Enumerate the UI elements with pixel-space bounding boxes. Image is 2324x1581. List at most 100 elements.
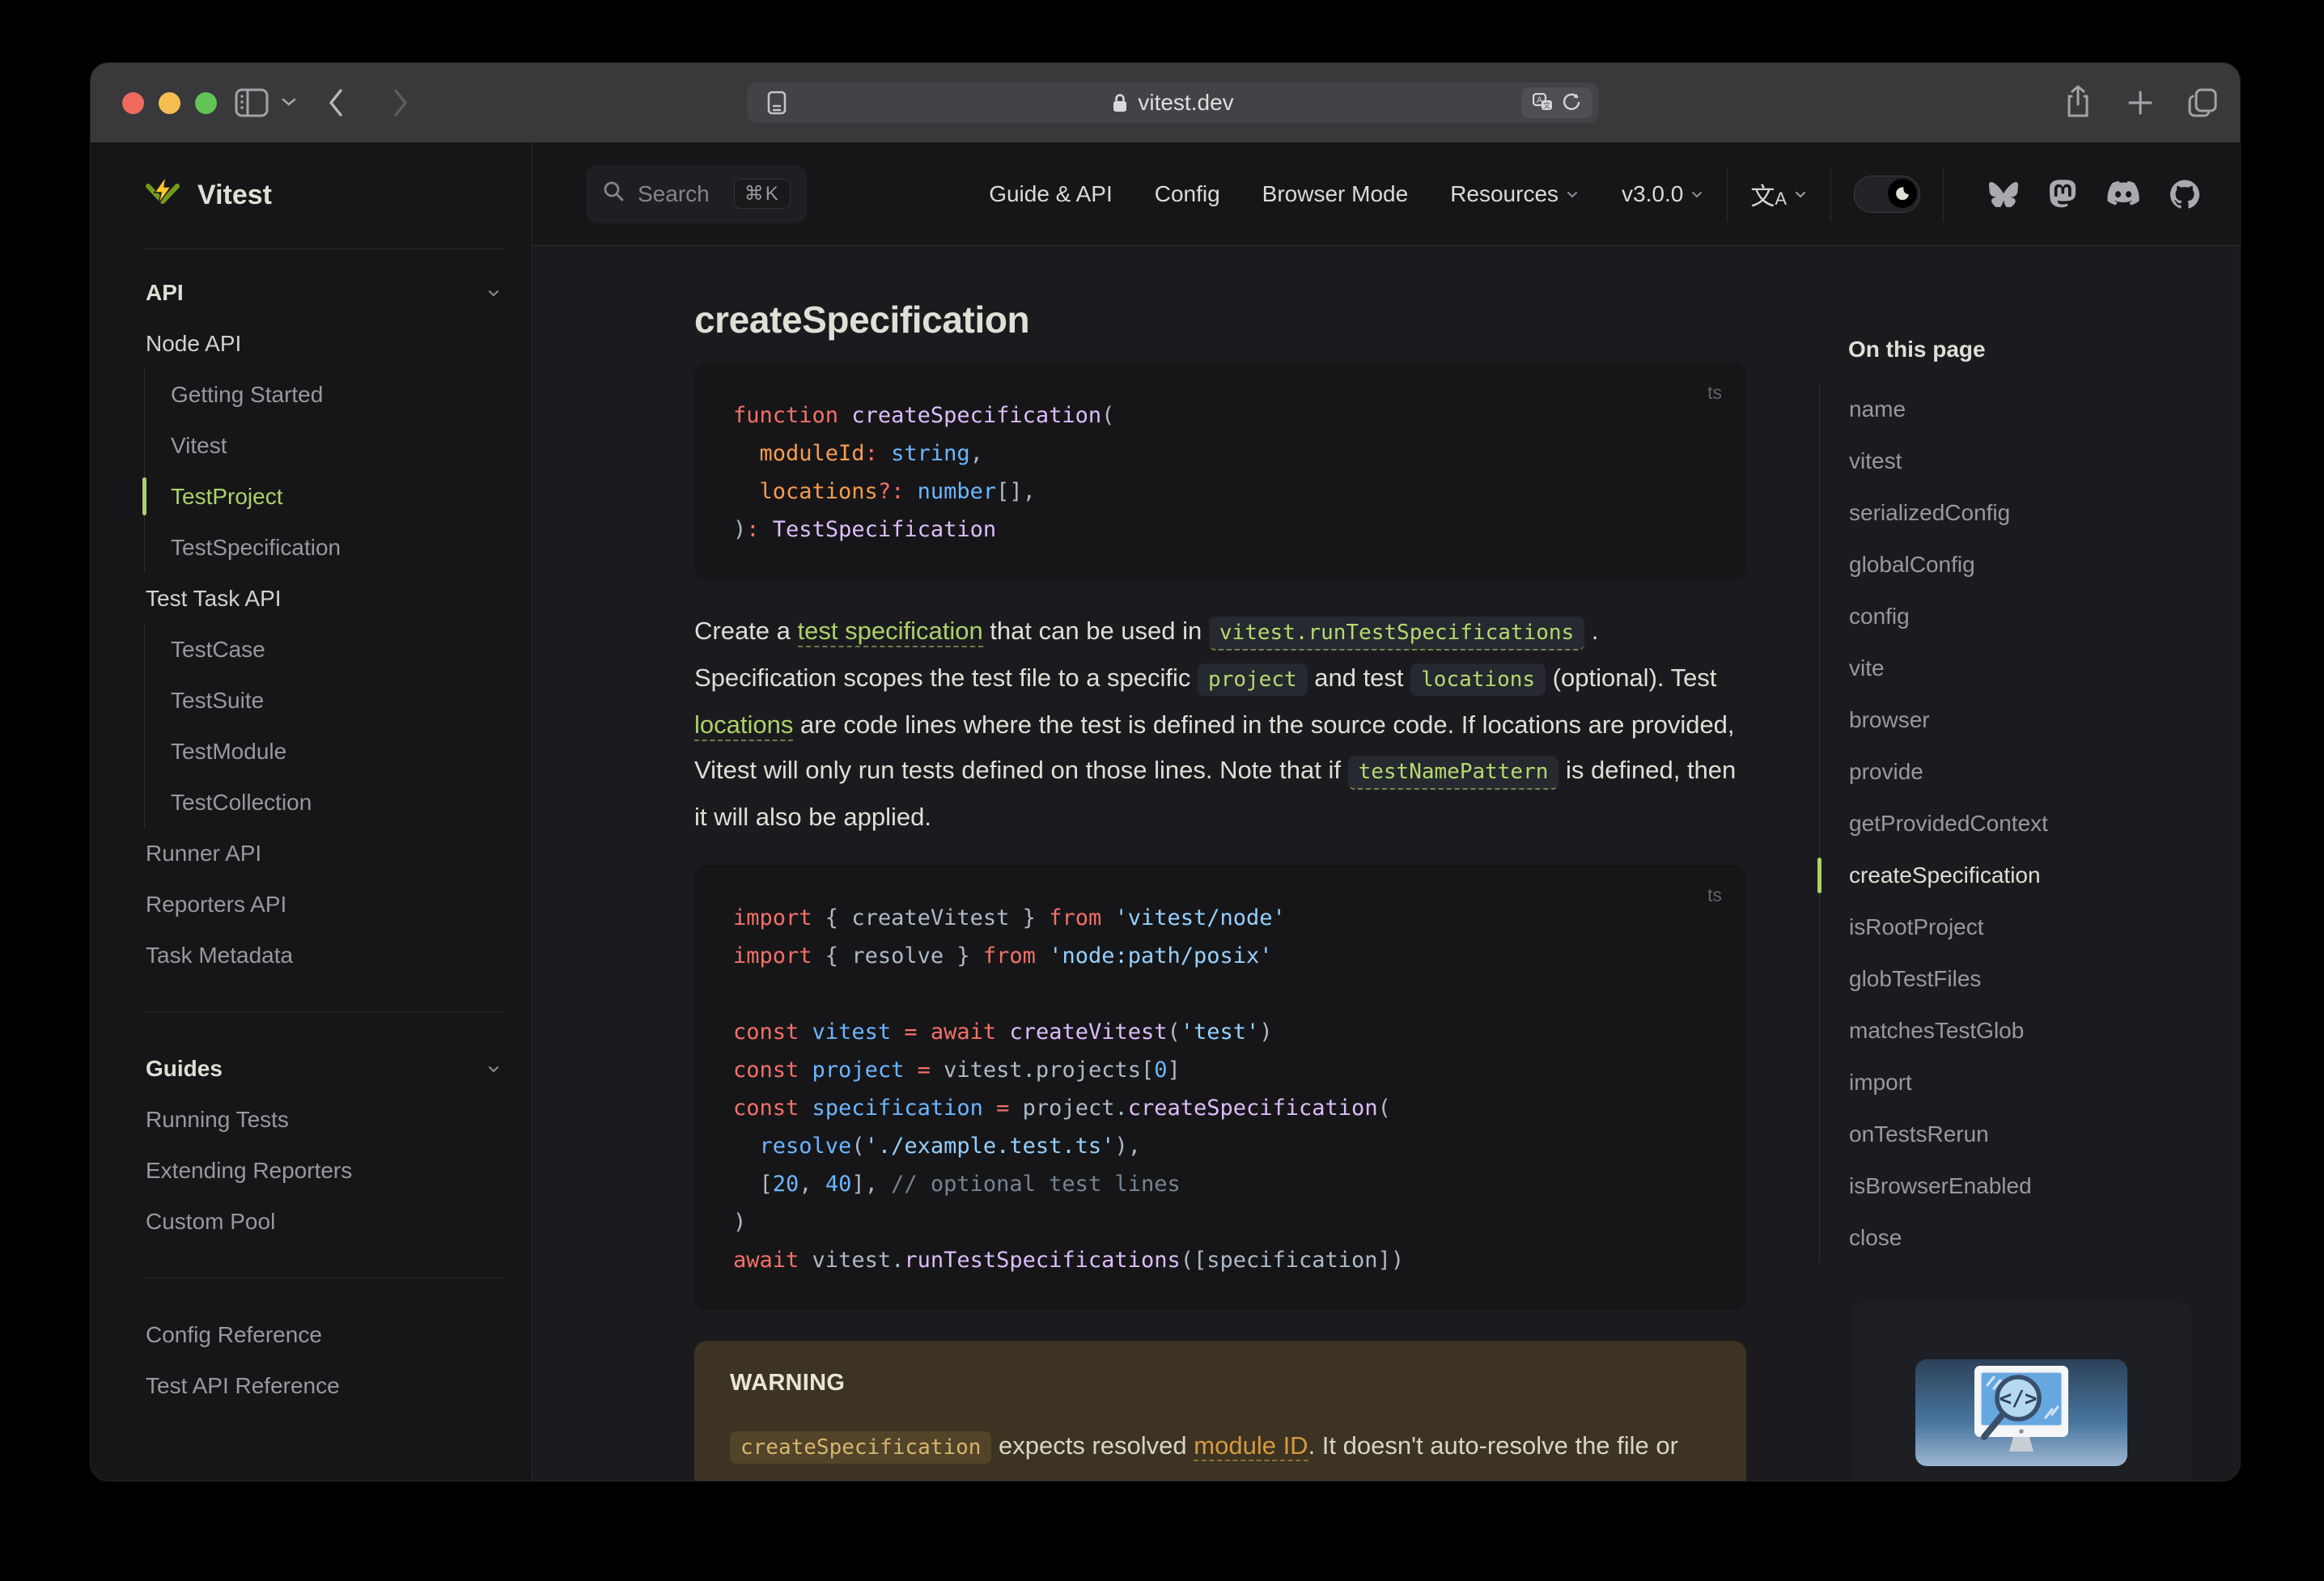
fullscreen-button[interactable] — [195, 92, 217, 114]
sidebar-item-api[interactable]: API — [91, 267, 532, 318]
sidebar-item-testspecification[interactable]: TestSpecification — [145, 522, 532, 573]
warning-title: WARNING — [730, 1370, 846, 1396]
outline-item-matchestestglob[interactable]: matchesTestGlob — [1820, 1005, 2199, 1057]
back-icon[interactable] — [327, 87, 345, 118]
chevron-down-icon[interactable] — [282, 97, 296, 107]
warning-callout: WARNING createSpecification expects reso… — [694, 1341, 1746, 1481]
outline-item-isrootproject[interactable]: isRootProject — [1820, 901, 2199, 953]
minimize-button[interactable] — [159, 92, 180, 114]
nav-link[interactable]: Guide & API — [989, 181, 1113, 207]
chevron-down-icon — [486, 1056, 501, 1082]
code-lang-badge: ts — [1707, 884, 1722, 905]
sidebar-item-getting-started[interactable]: Getting Started — [145, 369, 532, 420]
sidebar-item-guides[interactable]: Guides — [91, 1043, 532, 1094]
nav-link[interactable]: v3.0.0 — [1622, 181, 1704, 207]
code-lines: function createSpecification( moduleId: … — [694, 396, 1746, 549]
close-button[interactable] — [122, 92, 144, 114]
reload-icon[interactable] — [1562, 93, 1581, 112]
code-line: locations?: number[], — [759, 479, 1036, 504]
sidebar-item-test-api-reference[interactable]: Test API Reference — [91, 1360, 532, 1411]
code-line: moduleId: string, — [759, 441, 983, 466]
outline-item-vite[interactable]: vite — [1820, 642, 2199, 694]
code-line: await vitest.runTestSpecifications([spec… — [733, 1248, 1405, 1273]
outline-item-config[interactable]: config — [1820, 591, 2199, 642]
code-block-signature: ts function createSpecification( moduleI… — [694, 362, 1746, 579]
outline-item-getprovidedcontext[interactable]: getProvidedContext — [1820, 798, 2199, 850]
new-tab-icon[interactable] — [2127, 89, 2154, 117]
doc-link[interactable]: locations — [694, 710, 794, 741]
discord-icon[interactable] — [2107, 181, 2140, 206]
sidebar-item-runner-api[interactable]: Runner API — [91, 828, 532, 879]
sidebar-toggle-icon[interactable] — [235, 88, 269, 117]
site-logo[interactable]: Vitest — [91, 142, 532, 248]
outline-item-globalconfig[interactable]: globalConfig — [1820, 539, 2199, 591]
code-line: ): TestSpecification — [733, 517, 997, 542]
search-icon — [602, 180, 625, 208]
code-lines: import { createVitest } from 'vitest/nod… — [694, 899, 1746, 1279]
sidebar-item-testsuite[interactable]: TestSuite — [145, 675, 532, 726]
chevron-down-icon — [486, 280, 501, 306]
mastodon-icon[interactable] — [2049, 179, 2076, 209]
language-menu[interactable]: 文A — [1750, 176, 1808, 212]
sidebar-item-custom-pool[interactable]: Custom Pool — [91, 1196, 532, 1247]
url-text: vitest.dev — [1138, 90, 1234, 115]
sidebar-item-test-task-api[interactable]: Test Task API — [91, 573, 532, 624]
outline-item-serializedconfig[interactable]: serializedConfig — [1820, 487, 2199, 539]
chevron-down-icon — [1565, 181, 1580, 207]
sponsor-card[interactable]: </> — [1851, 1303, 2191, 1481]
sidebar-item-testcase[interactable]: TestCase — [145, 624, 532, 675]
github-icon[interactable] — [2170, 179, 2199, 209]
code-lang-badge: ts — [1707, 382, 1722, 403]
code-line: const specification = project.createSpec… — [733, 1096, 1391, 1121]
doc-link[interactable]: test specification — [797, 617, 983, 647]
sidebar-item-reporters-api[interactable]: Reporters API — [91, 879, 532, 930]
sidebar-item-testcollection[interactable]: TestCollection — [145, 777, 532, 828]
doc-content: createSpecification ts function createSp… — [532, 246, 2240, 1481]
outline-item-ontestsrerun[interactable]: onTestsRerun — [1820, 1108, 2199, 1160]
code-line: [20, 40], // optional test lines — [759, 1172, 1181, 1197]
bluesky-icon[interactable] — [1989, 180, 2018, 207]
sidebar-group: TestCase TestSuite TestModule TestCollectio… — [144, 624, 532, 828]
search-shortcut: ⌘K — [733, 179, 791, 209]
nav-divider — [1943, 166, 1944, 222]
outline-item-close[interactable]: close — [1820, 1212, 2199, 1264]
sidebar-item-running-tests[interactable]: Running Tests — [91, 1094, 532, 1145]
outline-item-createspecification[interactable]: createSpecification — [1817, 850, 2199, 901]
search-button[interactable]: Search ⌘K — [586, 164, 807, 223]
translate-icon: 文A — [1750, 183, 1787, 210]
sidebar-group: Getting Started Vitest TestProject TestSpec… — [142, 369, 532, 573]
sidebar-item-node-api[interactable]: Node API — [91, 318, 532, 369]
theme-toggle[interactable] — [1854, 175, 1920, 213]
page-title: createSpecification — [694, 299, 1030, 341]
sidebar-item-testmodule[interactable]: TestModule — [145, 726, 532, 777]
share-icon[interactable] — [2065, 85, 2091, 119]
nav-link[interactable]: Browser Mode — [1262, 181, 1409, 207]
site-navbar: Search ⌘K Guide & API Config Browser Mode R… — [532, 142, 2240, 246]
doc-link[interactable]: testNamePattern — [1347, 756, 1559, 790]
sidebar-item-vitest[interactable]: Vitest — [145, 420, 532, 471]
browser-toolbar: vitest.dev A文 — [91, 63, 2240, 143]
outline-item-isbrowserenabled[interactable]: isBrowserEnabled — [1820, 1160, 2199, 1212]
outline-item-import[interactable]: import — [1820, 1057, 2199, 1108]
outline-list: name vitest serializedConfig globalConfig co… — [1817, 384, 2199, 1264]
description-paragraph: Create a test specification that can be … — [694, 617, 1737, 831]
translate-icon[interactable]: A文 — [1533, 93, 1554, 112]
outline-item-vitest[interactable]: vitest — [1820, 435, 2199, 487]
outline-item-browser[interactable]: browser — [1820, 694, 2199, 746]
outline-item-provide[interactable]: provide — [1820, 746, 2199, 798]
outline-item-globtestfiles[interactable]: globTestFiles — [1820, 953, 2199, 1005]
sidebar-item-config-reference[interactable]: Config Reference — [91, 1309, 532, 1360]
outline-item-name[interactable]: name — [1820, 384, 2199, 435]
nav-link[interactable]: Config — [1155, 181, 1220, 207]
sidebar-item-testproject[interactable]: TestProject — [142, 471, 532, 522]
forward-icon[interactable] — [392, 87, 409, 118]
svg-text:</>: </> — [2000, 1387, 2038, 1411]
nav-link[interactable]: Resources — [1450, 181, 1580, 207]
sidebar-item-extending-reporters[interactable]: Extending Reporters — [91, 1145, 532, 1196]
tabs-icon[interactable] — [2186, 87, 2219, 119]
url-bar[interactable]: vitest.dev A文 — [747, 83, 1599, 123]
doc-link[interactable]: vitest.runTestSpecifications — [1208, 617, 1585, 651]
doc-link[interactable]: module ID — [1194, 1431, 1308, 1461]
outline-panel: On this page name vitest serializedConfig g… — [1817, 337, 2199, 1264]
sidebar-item-task-metadata[interactable]: Task Metadata — [91, 930, 532, 981]
